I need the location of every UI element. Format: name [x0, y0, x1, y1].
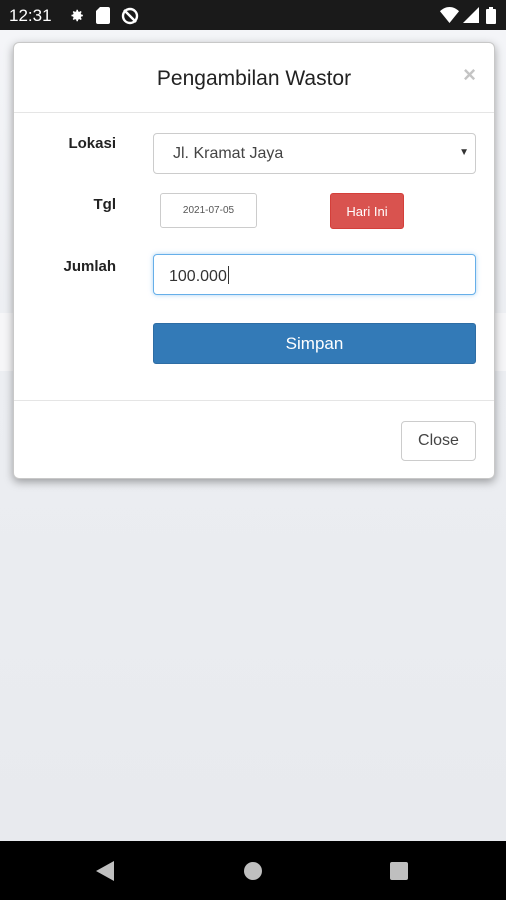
battery-icon [486, 7, 496, 29]
amount-value: 100.000 [169, 266, 229, 286]
today-button[interactable]: Hari Ini [330, 193, 404, 229]
chevron-down-icon: ▼ [459, 147, 469, 158]
sd-card-icon [96, 7, 110, 29]
recent-apps-icon[interactable] [390, 862, 408, 880]
tgl-label: Tgl [93, 196, 117, 213]
close-button[interactable]: Close [401, 421, 476, 461]
text-cursor [227, 266, 229, 284]
home-icon[interactable] [244, 862, 262, 880]
navigation-bar [0, 841, 506, 900]
modal-footer: Close [14, 400, 494, 478]
signal-icon [463, 7, 479, 28]
lokasi-label: Lokasi [68, 135, 116, 152]
save-button[interactable]: Simpan [153, 323, 476, 364]
jumlah-label: Jumlah [63, 258, 116, 275]
modal-title: Pengambilan Wastor [156, 67, 352, 90]
close-icon[interactable]: × [463, 62, 476, 88]
date-value: 2021-07-05 [182, 205, 235, 216]
amount-text: 100.000 [169, 268, 227, 285]
lokasi-selected-value: Jl. Kramat Jaya [173, 145, 284, 162]
back-icon[interactable] [96, 861, 114, 886]
gear-icon [68, 7, 85, 29]
modal-header: Pengambilan Wastor × [14, 43, 494, 113]
date-input[interactable]: 2021-07-05 [160, 193, 257, 228]
status-bar: 12:31 [0, 0, 506, 30]
amount-input[interactable]: 100.000 [153, 254, 476, 295]
status-time: 12:31 [9, 6, 52, 25]
lokasi-select[interactable]: Jl. Kramat Jaya ▼ [153, 133, 476, 174]
modal-dialog: Pengambilan Wastor × Lokasi Jl. Kramat J… [13, 42, 495, 479]
sync-off-icon [121, 7, 139, 30]
wifi-icon [440, 6, 459, 28]
